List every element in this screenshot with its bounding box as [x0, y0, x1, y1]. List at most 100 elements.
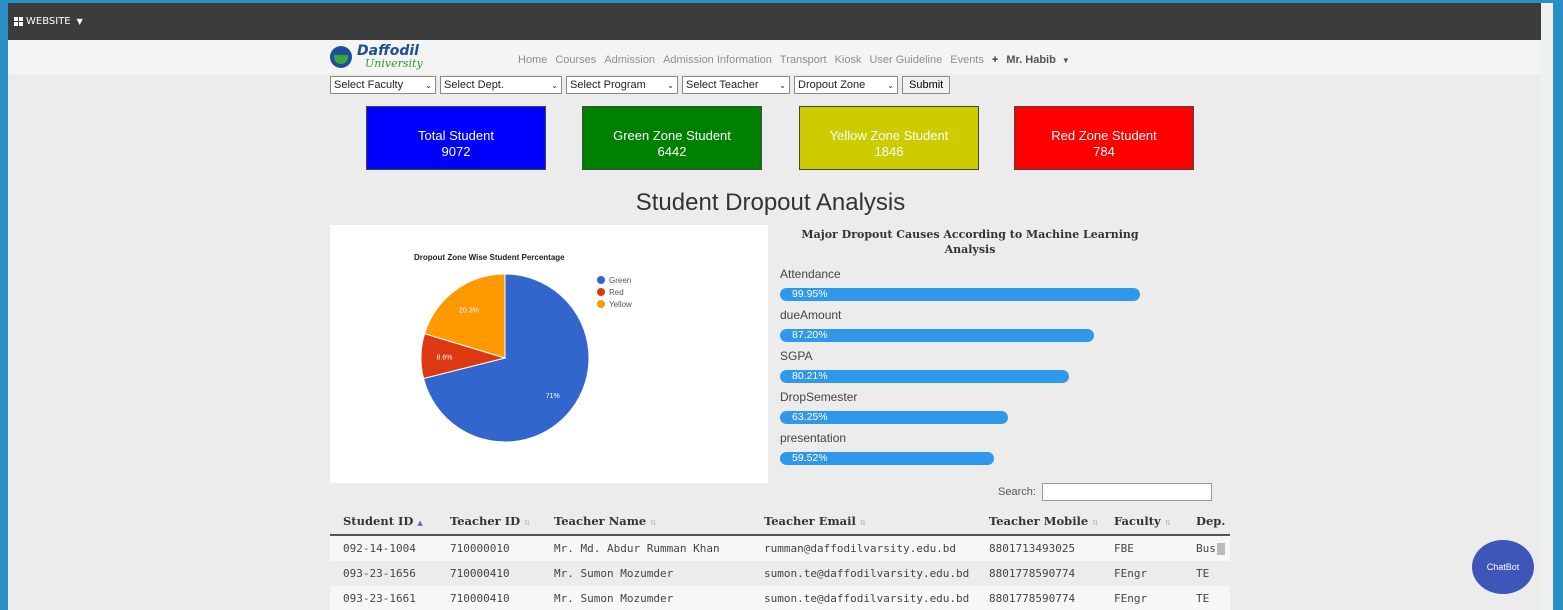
legend-item[interactable]: Red [597, 286, 632, 298]
sort-icon: ⇅ [524, 518, 530, 527]
table-cell: Mr. Sumon Mozumder [554, 567, 674, 580]
table-cell: 093-23-1656 [343, 567, 416, 580]
chevron-down-icon: ⌄ [667, 80, 674, 90]
column-header-label: Dep. [1196, 514, 1226, 528]
dropout-zone-select[interactable]: Dropout Zone ⌄ [794, 76, 898, 94]
search-input[interactable] [1041, 483, 1212, 501]
chatbot-button[interactable]: ChatBot [1472, 540, 1534, 594]
card-label: Total Student [418, 128, 494, 143]
legend-dot-icon [597, 288, 605, 296]
faculty-select-value: Select Faculty [334, 79, 404, 91]
sort-icon: ⇅ [859, 518, 866, 527]
nav-transport[interactable]: Transport [780, 54, 827, 66]
nav-home[interactable]: Home [518, 54, 547, 66]
column-header[interactable]: Teacher ID ⇅ [437, 514, 541, 528]
legend-item[interactable]: Green [597, 274, 632, 286]
card-value: 784 [1093, 144, 1115, 159]
table-cell: Mr. Sumon Mozumder [554, 592, 674, 605]
grid-icon [14, 17, 23, 26]
table-cell: FEngr [1114, 567, 1148, 580]
table-cell: FBE [1114, 542, 1134, 555]
table-row[interactable]: 093-23-1656 710000410 Mr. Sumon Mozumder su… [330, 561, 1230, 586]
legend-label: Green [609, 275, 632, 285]
card-label: Red Zone Student [1051, 128, 1157, 143]
website-menu[interactable]: WEBSITE ▼ [14, 16, 83, 27]
cause-bar: 63.25% [780, 411, 1008, 424]
app-window: WEBSITE ▼ Daffodil University Home Cours… [8, 3, 1553, 610]
card-value: 9072 [441, 144, 471, 159]
cause-label: Attendance [780, 267, 841, 281]
table-row[interactable]: 092-14-1004 710000010 Mr. Md. Abdur Rumman… [330, 536, 1230, 561]
sort-icon: ⇅ [1164, 518, 1171, 527]
chevron-down-icon: ⌄ [551, 80, 558, 90]
table-scrollbar[interactable] [1217, 539, 1225, 610]
dept-select[interactable]: Select Dept. ⌄ [440, 76, 562, 94]
user-menu[interactable]: Mr. Habib ▼ [1006, 54, 1070, 66]
user-name: Mr. Habib [1006, 54, 1056, 66]
page-title-text: Student Dropout Analysis [635, 189, 906, 216]
chevron-down-icon: ⌄ [887, 80, 894, 90]
pie-chart-panel: Dropout Zone Wise Student Percentage 71%… [330, 225, 768, 483]
program-select-value: Select Program [570, 79, 646, 91]
brand-logo[interactable]: Daffodil University [330, 44, 423, 69]
brand-name: Daffodil [357, 43, 419, 59]
slice-label: 20.3% [459, 307, 479, 314]
column-header[interactable]: Teacher Email ⇅ [751, 514, 976, 528]
legend-label: Red [609, 287, 624, 297]
nav-admission-information[interactable]: Admission Information [663, 54, 772, 66]
card-value: 1846 [874, 144, 904, 159]
pie-chart: 71% 8.6% 20.3% [420, 273, 590, 443]
cause-label: SGPA [780, 349, 813, 363]
table-cell: sumon.te@daffodilvarsity.edu.bd [764, 592, 970, 605]
table-header: Student ID ▲ Teacher ID ⇅ Teacher Name ⇅ Teach… [330, 508, 1230, 536]
causes-title: Major Dropout Causes According to Machin… [801, 228, 1139, 256]
cause-label: presentation [780, 431, 847, 445]
column-header[interactable]: Student ID ▲ [330, 514, 437, 528]
plus-icon[interactable]: + [992, 54, 998, 66]
nav-events[interactable]: Events [950, 54, 984, 66]
table-cell: 093-23-1661 [343, 592, 416, 605]
teacher-select[interactable]: Select Teacher ⌄ [682, 76, 790, 94]
legend-item[interactable]: Yellow [597, 298, 632, 310]
column-header[interactable]: Faculty ⇅ [1101, 514, 1183, 528]
nav-courses[interactable]: Courses [555, 54, 596, 66]
cause-bar-track: 63.25% [780, 411, 1140, 424]
column-header-label: Student ID [343, 514, 414, 528]
sort-icon: ⇅ [1092, 518, 1099, 527]
chevron-down-icon: ⌄ [425, 80, 432, 90]
scrollbar-thumb[interactable] [1217, 543, 1225, 555]
cause-bar-track: 59.52% [780, 452, 1140, 465]
page-scrollbar[interactable] [1541, 3, 1553, 610]
column-header[interactable]: Teacher Mobile ⇅ [976, 514, 1101, 528]
table-cell: 092-14-1004 [343, 542, 416, 555]
yellow-zone-card: Yellow Zone Student 1846 [799, 106, 979, 170]
cause-label: DropSemester [780, 390, 858, 404]
faculty-select[interactable]: Select Faculty ⌄ [330, 76, 436, 94]
legend-label: Yellow [609, 299, 632, 309]
column-header[interactable]: Dep. [1183, 514, 1230, 528]
slice-label: 71% [546, 393, 560, 400]
column-header-label: Faculty [1114, 514, 1161, 528]
column-header-label: Teacher Mobile [989, 514, 1089, 528]
nav-kiosk[interactable]: Kiosk [835, 54, 862, 66]
table-cell: 710000010 [450, 542, 510, 555]
column-header-label: Teacher Name [554, 514, 647, 528]
sort-icon: ⇅ [650, 518, 657, 527]
card-value: 6442 [657, 144, 687, 159]
table-body: 092-14-1004 710000010 Mr. Md. Abdur Rumman… [330, 536, 1230, 610]
table-search: Search: [998, 483, 1212, 501]
column-header-label: Teacher ID [450, 514, 521, 528]
table-cell: 8801713493025 [989, 542, 1076, 555]
nav-admission[interactable]: Admission [604, 54, 655, 66]
column-header[interactable]: Teacher Name ⇅ [541, 514, 751, 528]
chevron-down-icon: ⌄ [779, 80, 786, 90]
column-header-label: Teacher Email [764, 514, 856, 528]
table-cell: rumman@daffodilvarsity.edu.bd [764, 542, 957, 555]
nav-user-guideline[interactable]: User Guideline [869, 54, 942, 66]
submit-button[interactable]: Submit [902, 76, 951, 94]
page-title: Student Dropout Analysis [8, 189, 1553, 217]
table-row[interactable]: 093-23-1661 710000410 Mr. Sumon Mozumder su… [330, 586, 1230, 610]
cause-label: dueAmount [780, 308, 842, 322]
program-select[interactable]: Select Program ⌄ [566, 76, 678, 94]
cause-bar-track: 99.95% [780, 288, 1140, 301]
